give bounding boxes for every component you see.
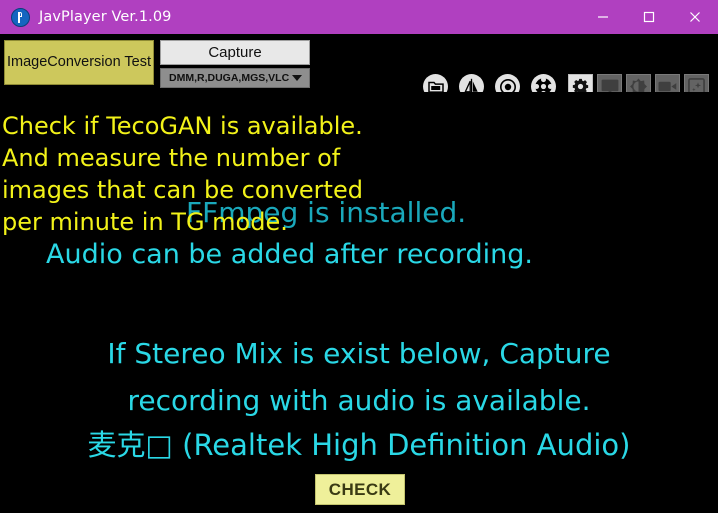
title-bar: JavPlayer Ver.1.09 xyxy=(0,0,718,34)
window-title: JavPlayer Ver.1.09 xyxy=(39,9,172,25)
capture-button[interactable]: Capture xyxy=(160,40,310,65)
status-panel: FFmpeg is installed. Check if TecoGAN is… xyxy=(0,92,718,513)
chevron-down-icon xyxy=(292,75,302,81)
capture-source-value: DMM,R,DUGA,MGS,VLC xyxy=(169,72,290,84)
toolbar: ImageConversion Test Capture DMM,R,DUGA,… xyxy=(0,34,718,99)
close-button[interactable] xyxy=(672,0,718,34)
task-note-text: Check if TecoGAN is available. And measu… xyxy=(2,112,363,236)
minimize-button[interactable] xyxy=(580,0,626,34)
javplayer-window: JavPlayer Ver.1.09 ImageConversion Test … xyxy=(0,0,718,513)
image-conversion-test-button[interactable]: ImageConversion Test xyxy=(4,40,154,85)
check-button[interactable]: CHECK xyxy=(315,474,405,505)
javplayer-app-icon xyxy=(11,7,30,27)
audio-device-text: 麦克□ (Realtek High Definition Audio) xyxy=(87,428,631,462)
audio-note-text: Audio can be added after recording. xyxy=(46,239,533,270)
window-controls xyxy=(580,0,718,34)
stereo-mix-note-text: If Stereo Mix is exist below, Capture re… xyxy=(107,337,611,417)
maximize-button[interactable] xyxy=(626,0,672,34)
capture-source-select[interactable]: DMM,R,DUGA,MGS,VLC xyxy=(160,68,310,88)
